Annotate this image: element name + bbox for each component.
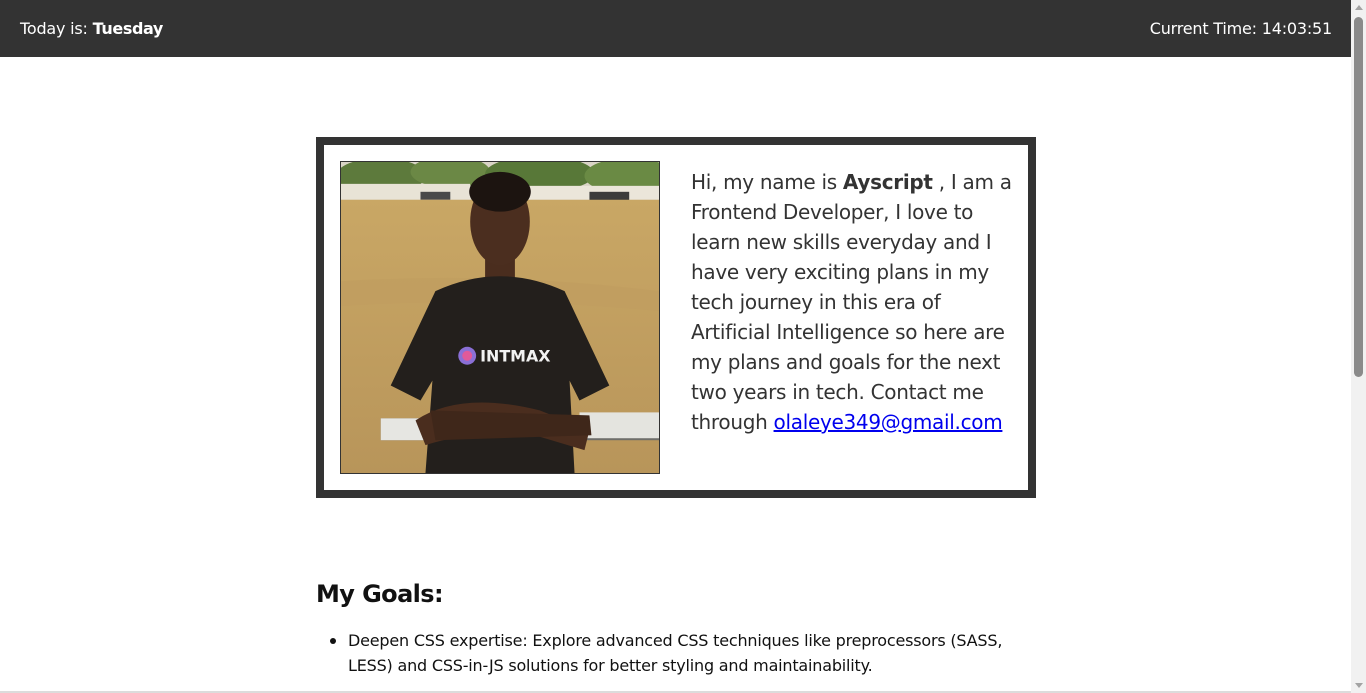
- top-bar: Today is: Tuesday Current Time: 14:03:51: [0, 0, 1351, 57]
- scrollbar-thumb[interactable]: [1354, 17, 1363, 377]
- profile-card: INTMAX Hi, my name is Ayscript , I am a …: [316, 137, 1036, 498]
- time-label: Current Time:: [1149, 19, 1262, 38]
- scroll-up-icon[interactable]: [1355, 5, 1363, 10]
- bio-prefix: Hi, my name is: [691, 170, 843, 194]
- time-display: Current Time: 14:03:51: [1150, 19, 1332, 38]
- goal-item: Deepen CSS expertise: Explore advanced C…: [316, 628, 1036, 678]
- goals-heading: My Goals:: [316, 580, 444, 608]
- vertical-scrollbar[interactable]: [1351, 0, 1366, 693]
- bio-body: , I am a Frontend Developer, I love to l…: [691, 170, 1012, 434]
- day-value: Tuesday: [92, 19, 164, 38]
- email-link[interactable]: olaleye349@gmail.com: [774, 410, 1003, 434]
- profile-photo-image: INTMAX: [341, 162, 659, 473]
- goals-list: Deepen CSS expertise: Explore advanced C…: [316, 628, 1036, 678]
- scroll-down-icon[interactable]: [1355, 683, 1363, 688]
- page: Today is: Tuesday Current Time: 14:03:51: [0, 0, 1366, 693]
- shirt-text: INTMAX: [480, 347, 550, 366]
- author-name: Ayscript: [842, 170, 933, 194]
- day-display: Today is: Tuesday: [20, 19, 163, 38]
- bio-text: Hi, my name is Ayscript , I am a Fronten…: [691, 167, 1021, 437]
- time-value: 14:03:51: [1261, 19, 1332, 38]
- profile-photo: INTMAX: [340, 161, 660, 474]
- day-label: Today is:: [20, 19, 93, 38]
